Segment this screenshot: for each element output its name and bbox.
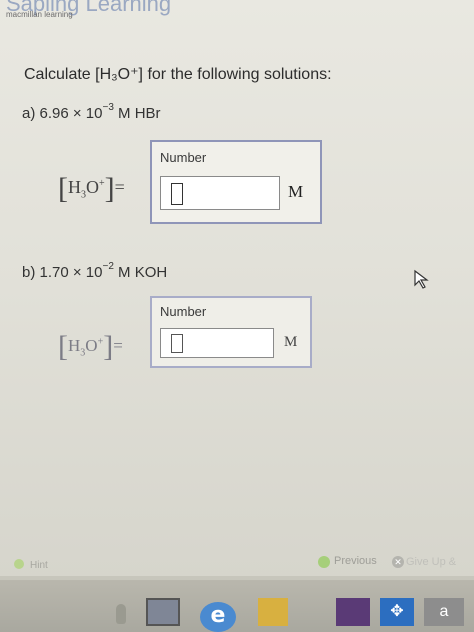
file-explorer-icon[interactable] (258, 598, 288, 626)
hint-button[interactable]: Hint (30, 560, 48, 571)
text-cursor-icon (171, 183, 183, 205)
answer-box-b: Number M (150, 296, 312, 368)
brand-subtitle: macmillan learning (6, 10, 73, 19)
formula-equals: = (114, 177, 125, 197)
taskbar: e ✥ a (0, 580, 474, 632)
part-a-exponent: −3 (102, 102, 114, 113)
formula-b: [H3O+]= (58, 330, 123, 363)
part-b-prefix: b) 1.70 × 10 (22, 264, 103, 281)
internet-explorer-icon[interactable]: e (200, 602, 236, 632)
part-a-prefix: a) 6.96 × 10 (22, 105, 103, 122)
formula-h: H (68, 336, 81, 355)
part-a-suffix: M HBr (113, 105, 161, 122)
part-b-exponent: −2 (102, 261, 114, 272)
give-up-icon: ✕ (392, 556, 404, 568)
hint-icon (14, 559, 24, 569)
give-up-button[interactable]: Give Up & (406, 556, 456, 568)
task-view-icon[interactable] (146, 598, 180, 626)
part-b-label: b) 1.70 × 10−2 M KOH (22, 261, 168, 281)
previous-button[interactable]: Previous (334, 555, 377, 567)
answer-box-a: Number M (150, 140, 322, 224)
formula-h: H (68, 177, 81, 197)
formula-o: O (85, 336, 98, 355)
number-input-b[interactable] (160, 328, 274, 358)
question-text: Calculate [H₃O⁺] for the following solut… (24, 66, 332, 83)
formula-o: O (86, 177, 99, 197)
unit-label-b: M (284, 334, 298, 350)
question-page: Sapling Learning macmillan learning Calc… (0, 0, 474, 580)
microphone-icon[interactable] (116, 604, 126, 624)
previous-icon (318, 556, 330, 568)
dropbox-icon[interactable]: ✥ (380, 598, 414, 626)
app-a-icon[interactable]: a (424, 598, 464, 626)
part-a-label: a) 6.96 × 10−3 M HBr (22, 102, 161, 122)
number-label-a: Number (160, 150, 207, 165)
number-label-b: Number (160, 304, 207, 319)
number-input-a[interactable] (160, 176, 280, 210)
mouse-pointer-icon (414, 269, 429, 289)
text-cursor-icon (171, 334, 183, 353)
store-icon[interactable] (336, 598, 370, 626)
unit-label-a: M (288, 182, 304, 201)
part-b-suffix: M KOH (113, 264, 168, 281)
formula-equals: = (113, 336, 123, 355)
formula-a: [H3O+]= (58, 172, 125, 205)
